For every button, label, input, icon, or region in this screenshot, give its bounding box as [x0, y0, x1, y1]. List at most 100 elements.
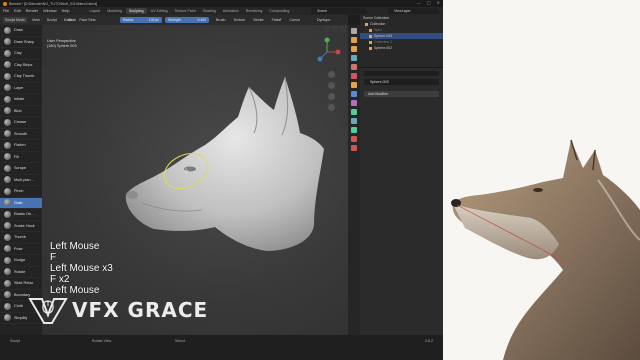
scene-selector[interactable]: Scene: [311, 8, 366, 14]
material-icon[interactable]: [351, 136, 357, 142]
menu-view[interactable]: View: [30, 17, 42, 23]
tab-texture-paint[interactable]: Texture Paint: [172, 8, 199, 14]
falloff-menu[interactable]: Falloff: [270, 17, 284, 23]
vfx-grace-logo-icon: [28, 298, 68, 324]
tool-label: Simplify: [14, 315, 28, 320]
watermark: VFX GRACE: [28, 295, 208, 325]
tool-item[interactable]: Slide Relax: [0, 278, 42, 290]
tool-item[interactable]: Rotate: [0, 267, 42, 278]
tool-item[interactable]: Grab: [0, 197, 42, 209]
output-icon[interactable]: [351, 46, 357, 52]
wolf-photo: [451, 139, 640, 360]
physics-icon[interactable]: [351, 109, 357, 115]
tool-item[interactable]: Layer: [0, 83, 42, 94]
menu-sculpt[interactable]: Sculpt: [45, 17, 59, 23]
tool-item[interactable]: Pinch: [0, 186, 42, 198]
tab-layout[interactable]: Layout: [86, 8, 103, 14]
outliner-item-label: Collection 2: [374, 40, 393, 44]
render-icon[interactable]: [351, 37, 357, 43]
tool-item[interactable]: Clay Thumb: [0, 71, 42, 83]
data-icon[interactable]: [351, 127, 357, 133]
particles-icon[interactable]: [351, 100, 357, 106]
brush-icon: [4, 199, 11, 207]
tool-item[interactable]: Clay: [0, 48, 42, 60]
tool-item[interactable]: Inflate: [0, 94, 42, 106]
menu-face-sets[interactable]: Face Sets: [77, 17, 97, 23]
menu-window[interactable]: Window: [43, 9, 57, 13]
menu-file[interactable]: File: [3, 9, 9, 13]
key-line: Left Mouse x3: [50, 263, 113, 274]
tool-icon[interactable]: [351, 28, 357, 34]
texture-menu[interactable]: Texture: [231, 17, 247, 23]
menu-render[interactable]: Render: [26, 9, 38, 13]
brush-menu[interactable]: Brush: [214, 17, 227, 23]
tool-label: Slide Relax: [14, 281, 34, 286]
tab-shading[interactable]: Shading: [200, 8, 219, 14]
tool-item[interactable]: Flatten: [0, 140, 42, 152]
constraints-icon[interactable]: [351, 118, 357, 124]
radius-slider[interactable]: Radius 139 px: [120, 17, 162, 23]
tool-item[interactable]: Draw Sharp: [0, 37, 42, 48]
tool-label: Snake Hook: [14, 223, 35, 228]
key-line: Left Mouse: [50, 241, 100, 252]
object-name-field[interactable]: Sphere.003: [364, 79, 439, 85]
strength-label: Strength: [168, 18, 181, 22]
outliner-item-label: Sphere.002: [374, 46, 393, 50]
add-modifier-button[interactable]: Add Modifier: [364, 91, 439, 97]
tool-item[interactable]: Nudge: [0, 255, 42, 267]
tool-item[interactable]: Pose: [0, 244, 42, 255]
menu-help[interactable]: Help: [62, 9, 70, 13]
brush-icon: [4, 130, 11, 138]
tool-item[interactable]: Elastic De…: [0, 209, 42, 221]
outliner-item-label: Sphe: [374, 28, 383, 32]
close-button[interactable]: ✕: [437, 0, 440, 5]
brush-icon: [4, 268, 11, 276]
watermark-text: VFX GRACE: [72, 298, 209, 322]
brush-icon: [4, 187, 11, 195]
tool-item[interactable]: Thumb: [0, 232, 42, 244]
view-layer-icon[interactable]: [351, 55, 357, 61]
tool-item[interactable]: Blob: [0, 106, 42, 117]
tab-rendering[interactable]: Rendering: [243, 8, 266, 14]
tool-item[interactable]: Multi-plan…: [0, 175, 42, 186]
texture-icon[interactable]: [351, 145, 357, 151]
tab-modeling[interactable]: Modeling: [104, 8, 125, 14]
tab-uv-editing[interactable]: UV Editing: [148, 8, 171, 14]
cursor-menu[interactable]: Cursor: [287, 17, 302, 23]
maximize-button[interactable]: ▢: [427, 0, 431, 5]
tool-label: Clay Strips: [14, 62, 33, 67]
object-icon[interactable]: [351, 82, 357, 88]
mode-selector[interactable]: Sculpt Mode: [3, 17, 27, 23]
tool-item[interactable]: Smooth: [0, 129, 42, 140]
brush-icon: [4, 61, 11, 69]
tool-item[interactable]: Fill: [0, 152, 42, 163]
scene-icon[interactable]: [351, 64, 357, 70]
tool-label: Nudge: [14, 258, 26, 263]
dyntopo-toggle[interactable]: Dyntopo: [315, 17, 332, 22]
strength-slider[interactable]: Strength 0.400: [165, 17, 209, 23]
tool-item[interactable]: Draw: [0, 25, 42, 37]
brush-name[interactable]: Grab: [66, 17, 78, 23]
brush-icon: [4, 107, 11, 115]
view-layer-selector[interactable]: ViewLayer: [388, 8, 438, 14]
tool-item[interactable]: Clay Strips: [0, 60, 42, 71]
tab-animation[interactable]: Animation: [220, 8, 242, 14]
tool-label: Clay: [14, 51, 22, 56]
properties-search-field[interactable]: [364, 71, 439, 76]
menu-edit[interactable]: Edit: [14, 9, 21, 13]
tool-item[interactable]: Snake Hook: [0, 221, 42, 232]
modifier-icon[interactable]: [351, 91, 357, 97]
properties-editor: Sphere.003 Add Modifier: [360, 67, 443, 335]
world-icon[interactable]: [351, 73, 357, 79]
brush-icon: [4, 164, 11, 172]
tab-sculpting[interactable]: Sculpting: [125, 8, 147, 14]
stroke-menu[interactable]: Stroke: [251, 17, 265, 23]
tool-item[interactable]: Scrape: [0, 163, 42, 175]
status-bar: Sculpt Rotate View Select 3.6.2: [0, 335, 443, 360]
status-rotate-view: Rotate View: [92, 339, 112, 343]
tool-item[interactable]: Crease: [0, 117, 42, 129]
tab-compositing[interactable]: Compositing: [266, 8, 292, 14]
minimize-button[interactable]: —: [417, 0, 421, 5]
3d-viewport[interactable]: User Perspective (180) Sphere.003 Left M…: [42, 25, 348, 335]
outliner-item[interactable]: Sphere.002: [360, 45, 443, 51]
